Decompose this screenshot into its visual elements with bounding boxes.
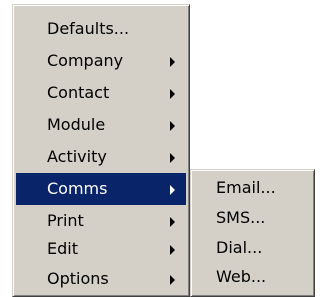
- menu-item-defaults[interactable]: Defaults...: [16, 13, 186, 45]
- menu-item-label: Activity: [47, 147, 107, 166]
- menu-item-comms[interactable]: Comms: [16, 173, 186, 205]
- submenu-arrow-icon: [170, 245, 175, 255]
- menu-item-module[interactable]: Module: [16, 109, 186, 141]
- menu-item-contact[interactable]: Contact: [16, 77, 186, 109]
- menu-item-label: Contact: [47, 83, 110, 102]
- submenu-item-label: SMS...: [216, 208, 266, 227]
- menu-item-label: Options: [47, 269, 109, 288]
- submenu-arrow-icon: [170, 185, 175, 195]
- menu-item-label: Print: [47, 211, 84, 230]
- submenu-arrow-icon: [170, 89, 175, 99]
- menu-item-label: Defaults...: [47, 19, 130, 38]
- submenu-arrow-icon: [170, 121, 175, 131]
- menu-item-label: Comms: [47, 179, 108, 198]
- submenu-item-dial[interactable]: Dial...: [194, 233, 311, 264]
- menu-item-label: Edit: [47, 239, 78, 258]
- menu-item-label: Company: [47, 51, 124, 70]
- submenu-item-sms[interactable]: SMS...: [194, 203, 311, 234]
- submenu-arrow-icon: [170, 57, 175, 67]
- context-menu: Defaults... Company Contact Module Activ…: [12, 4, 190, 297]
- submenu-item-label: Web...: [216, 267, 267, 286]
- submenu-item-web[interactable]: Web...: [194, 262, 311, 293]
- submenu-item-email[interactable]: Email...: [194, 173, 311, 204]
- menu-item-options[interactable]: Options: [16, 263, 186, 295]
- submenu-arrow-icon: [170, 153, 175, 163]
- submenu-item-label: Email...: [216, 178, 276, 197]
- menu-item-company[interactable]: Company: [16, 45, 186, 77]
- submenu-arrow-icon: [170, 217, 175, 227]
- menu-item-label: Module: [47, 115, 106, 134]
- menu-item-edit[interactable]: Edit: [16, 233, 186, 265]
- menu-item-activity[interactable]: Activity: [16, 141, 186, 173]
- submenu-arrow-icon: [170, 275, 175, 285]
- submenu-item-label: Dial...: [216, 238, 263, 257]
- comms-submenu: Email... SMS... Dial... Web...: [190, 169, 315, 297]
